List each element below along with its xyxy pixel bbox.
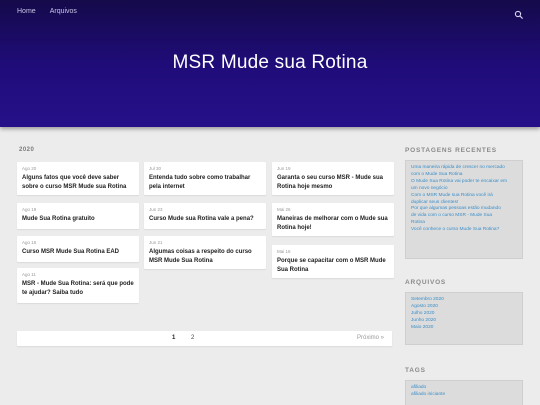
- tag-link[interactable]: afiliado: [411, 385, 517, 392]
- year-heading: 2020: [19, 147, 35, 153]
- archive-link[interactable]: Setembro 2020: [411, 297, 517, 304]
- post-date: Mai 16: [277, 249, 291, 254]
- post-date: Mai 26: [277, 207, 291, 212]
- post-date: Jun 19: [277, 166, 291, 171]
- nav-archives-link[interactable]: Arquivos: [50, 8, 77, 15]
- recent-post-link[interactable]: Uma maneira rápida de crescer no mercado: [411, 165, 517, 172]
- post-card[interactable]: Ago 11 MSR - Mude Sua Rotina: será que p…: [17, 268, 139, 303]
- page-2-link[interactable]: 2: [191, 335, 194, 341]
- post-title[interactable]: Curso Mude sua Rotina vale a pena?: [149, 215, 261, 224]
- post-date: Jun 21: [149, 240, 163, 245]
- post-title[interactable]: Porque se capacitar com o MSR Mude Sua R…: [277, 257, 389, 275]
- archives-widget: Setembro 2020 Agosto 2020 Julho 2020 Jun…: [405, 292, 523, 345]
- post-title[interactable]: Mude Sua Rotina gratuito: [22, 215, 134, 224]
- post-title[interactable]: Alguns fatos que você deve saber sobre o…: [22, 174, 134, 192]
- post-date: Jul 30: [149, 166, 162, 171]
- post-date: Ago 11: [22, 272, 36, 277]
- post-card[interactable]: Mai 26 Maneiras de melhorar com o Mude s…: [272, 203, 394, 236]
- post-title[interactable]: Entenda tudo sobre como trabalhar pela i…: [149, 174, 261, 192]
- tags-heading: TAGS: [405, 367, 426, 374]
- post-card[interactable]: Jul 30 Entenda tudo sobre como trabalhar…: [144, 162, 266, 195]
- post-card[interactable]: Mai 16 Porque se capacitar com o MSR Mud…: [272, 245, 394, 278]
- recent-post-link[interactable]: um novo negócio: [411, 186, 517, 193]
- site-title[interactable]: MSR Mude sua Rotina: [0, 52, 540, 74]
- tags-widget: afiliado afiliado iniciante: [405, 380, 523, 405]
- post-card[interactable]: Jun 23 Curso Mude sua Rotina vale a pena…: [144, 203, 266, 229]
- pagination: 1 2 Próximo »: [17, 331, 392, 346]
- post-title[interactable]: Algumas coisas a respeito do curso MSR M…: [149, 248, 261, 266]
- post-card[interactable]: Ago 15 Curso MSR Mude Sua Rotina EAD: [17, 236, 139, 262]
- post-title[interactable]: Garanta o seu curso MSR - Mude sua Rotin…: [277, 174, 389, 192]
- recent-posts-heading: POSTAGENS RECENTES: [405, 147, 497, 154]
- search-icon[interactable]: [514, 7, 524, 20]
- recent-posts-widget: Uma maneira rápida de crescer no mercado…: [405, 160, 523, 259]
- post-date: Ago 20: [22, 166, 37, 171]
- archive-link[interactable]: Maio 2020: [411, 325, 517, 332]
- recent-post-link[interactable]: de vida com o curso MSR - Mude Sua: [411, 213, 517, 220]
- tag-link[interactable]: afiliado iniciante: [411, 392, 517, 399]
- recent-post-link[interactable]: Com o MSR Mude sua Rotina você irá: [411, 193, 517, 200]
- post-date: Ago 15: [22, 240, 37, 245]
- nav-home-link[interactable]: Home: [17, 8, 36, 15]
- archive-link[interactable]: Junho 2020: [411, 318, 517, 325]
- archive-link[interactable]: Agosto 2020: [411, 304, 517, 311]
- recent-post-link[interactable]: com o Mude Sua Rotina: [411, 172, 517, 179]
- top-nav: Home Arquivos: [17, 8, 77, 15]
- post-card[interactable]: Jun 19 Garanta o seu curso MSR - Mude su…: [272, 162, 394, 195]
- post-title[interactable]: Curso MSR Mude Sua Rotina EAD: [22, 248, 134, 257]
- post-card[interactable]: Ago 19 Mude Sua Rotina gratuito: [17, 203, 139, 229]
- recent-post-link[interactable]: O Mude Sua Rotina vai poder te encaixar …: [411, 179, 517, 186]
- post-title[interactable]: Maneiras de melhorar com o Mude sua Roti…: [277, 215, 389, 233]
- post-date: Ago 19: [22, 207, 37, 212]
- archive-link[interactable]: Julho 2020: [411, 311, 517, 318]
- post-date: Jun 23: [149, 207, 163, 212]
- next-page-link[interactable]: Próximo »: [357, 335, 384, 341]
- recent-post-link[interactable]: Você conhece o curso Mude Sua Rotina?: [411, 227, 517, 234]
- site-header: Home Arquivos MSR Mude sua Rotina: [0, 0, 540, 127]
- archives-heading: ARQUIVOS: [405, 279, 447, 286]
- post-card[interactable]: Ago 20 Alguns fatos que você deve saber …: [17, 162, 139, 195]
- page-1-link[interactable]: 1: [172, 335, 175, 341]
- post-card[interactable]: Jun 21 Algumas coisas a respeito do curs…: [144, 236, 266, 269]
- post-title[interactable]: MSR - Mude Sua Rotina: será que pode te …: [22, 280, 134, 298]
